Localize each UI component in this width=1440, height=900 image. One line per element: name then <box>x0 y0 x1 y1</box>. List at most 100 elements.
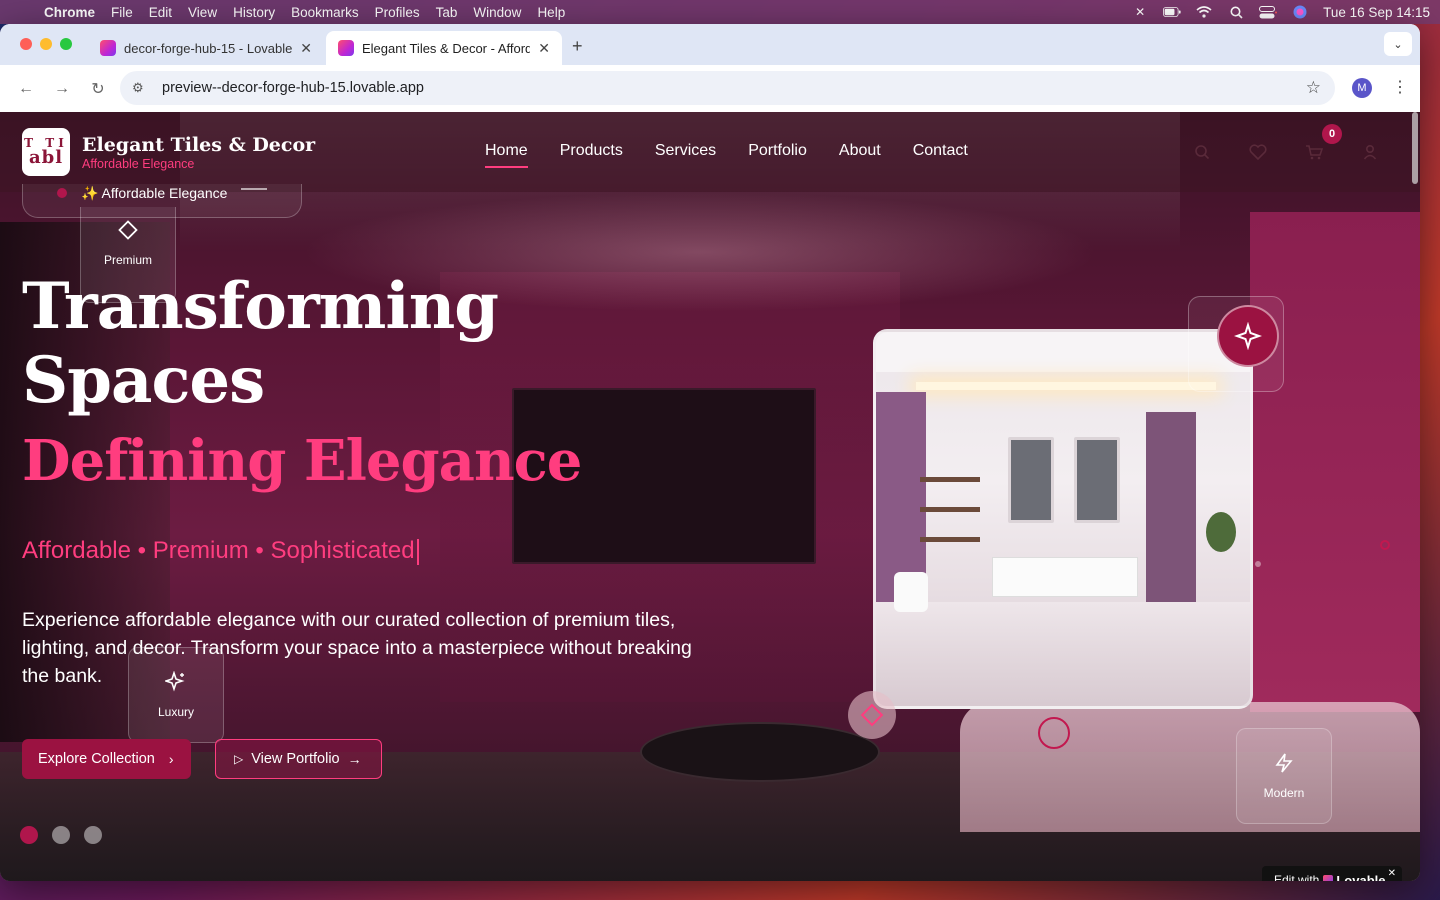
diamond-float-icon <box>848 691 896 739</box>
background-sofa <box>960 702 1420 832</box>
lightning-icon <box>1273 752 1295 780</box>
close-tab-icon[interactable]: ✕ <box>300 40 312 57</box>
search-icon[interactable] <box>1192 142 1212 162</box>
play-icon: ▷ <box>234 752 244 766</box>
diamond-icon <box>860 703 884 727</box>
decorative-dot <box>1255 561 1261 567</box>
close-window-button[interactable] <box>20 38 32 50</box>
tab-title: Elegant Tiles & Decor - Affordable Elega… <box>362 40 531 56</box>
award-badge-card <box>1188 296 1284 392</box>
diamond-icon <box>117 219 139 247</box>
wishlist-heart-icon[interactable] <box>1248 142 1268 162</box>
feature-card-label: Luxury <box>157 705 195 719</box>
wifi-icon[interactable] <box>1195 5 1213 19</box>
typing-caret <box>416 538 419 565</box>
nav-home[interactable]: Home <box>485 142 528 168</box>
lovable-logo-icon <box>1323 875 1334 881</box>
badge-dot <box>57 188 67 198</box>
sparkle-star-icon <box>1217 305 1279 367</box>
url-text[interactable]: preview--decor-forge-hub-15.lovable.app <box>162 80 424 96</box>
reload-icon[interactable]: ↻ <box>82 73 114 105</box>
feature-card-label: Premium <box>103 253 152 267</box>
showcase-shelf <box>920 507 980 512</box>
cart-icon[interactable] <box>1304 142 1324 162</box>
hero-subtitle: Affordable • Premium • Sophisticated <box>22 537 419 565</box>
nav-products[interactable]: Products <box>560 142 623 164</box>
menu-app-chrome[interactable]: Chrome <box>44 5 95 20</box>
brand-name[interactable]: Elegant Tiles & Decor <box>82 134 315 156</box>
close-tab-icon[interactable]: ✕ <box>538 40 550 57</box>
slide-dot-1[interactable] <box>20 826 38 844</box>
new-tab-plus-icon[interactable]: + <box>572 36 583 57</box>
nav-about[interactable]: About <box>839 142 881 164</box>
showcase-shelf <box>920 477 980 482</box>
forward-arrow-icon[interactable]: → <box>46 73 78 105</box>
hero-heading-accent: Defining Elegance <box>22 428 582 494</box>
menu-profiles[interactable]: Profiles <box>375 5 420 20</box>
edit-with-lovable-badge[interactable]: Edit with Lovable ✕ <box>1262 866 1402 881</box>
address-bar[interactable]: ⚙ preview--decor-forge-hub-15.lovable.ap… <box>120 71 1335 105</box>
spotlight-search-icon[interactable] <box>1227 5 1245 19</box>
slide-dot-2[interactable] <box>52 826 70 844</box>
hero-heading-line1: Transforming <box>22 269 499 344</box>
showcase-shelf <box>920 537 980 542</box>
showcase-toilet <box>894 572 928 612</box>
close-badge-icon[interactable]: ✕ <box>1388 868 1396 879</box>
page-scrollbar[interactable] <box>1412 112 1418 184</box>
slide-dot-3[interactable] <box>84 826 102 844</box>
background-coffee-table <box>640 722 880 782</box>
profile-avatar[interactable]: M <box>1352 78 1372 98</box>
brand-logo[interactable]: T TI abl <box>22 128 70 176</box>
chevron-right-icon: › <box>168 751 174 767</box>
tab-lovable-editor[interactable]: decor-forge-hub-15 - Lovable ✕ <box>88 31 324 65</box>
bookmark-star-icon[interactable]: ☆ <box>1306 78 1321 98</box>
control-center-icon[interactable] <box>1259 5 1278 19</box>
menu-view[interactable]: View <box>188 5 217 20</box>
site-info-icon[interactable]: ⚙ <box>132 80 150 96</box>
showcase-vanity <box>992 557 1138 597</box>
menu-file[interactable]: File <box>111 5 133 20</box>
view-portfolio-button[interactable]: ▷ View Portfolio → <box>215 739 382 779</box>
decorative-ring <box>1038 717 1070 749</box>
macos-menubar: Chrome File Edit View History Bookmarks … <box>0 0 1440 24</box>
network-extension-icon[interactable]: ✕ <box>1131 5 1149 19</box>
slide-indicators <box>20 826 102 844</box>
zoom-window-button[interactable] <box>60 38 72 50</box>
browser-toolbar: ← → ↻ ⚙ preview--decor-forge-hub-15.lova… <box>0 65 1420 112</box>
hero-heading-line2: Spaces <box>22 343 265 418</box>
nav-portfolio[interactable]: Portfolio <box>748 142 807 164</box>
chrome-menu-icon[interactable]: ⋮ <box>1392 77 1408 97</box>
showcase-marble-floor <box>876 602 1250 706</box>
menubar-clock[interactable]: Tue 16 Sep 14:15 <box>1323 5 1430 20</box>
battery-icon[interactable] <box>1163 5 1181 19</box>
view-portfolio-label: View Portfolio <box>251 751 340 767</box>
menu-edit[interactable]: Edit <box>149 5 172 20</box>
decorative-dot <box>1380 540 1390 550</box>
feature-card-modern: Modern <box>1236 728 1332 824</box>
arrow-right-icon: → <box>347 751 362 767</box>
showcase-plant <box>1206 512 1236 552</box>
nav-services[interactable]: Services <box>655 142 716 164</box>
tab-search-chevron-icon[interactable]: ⌄ <box>1384 32 1412 56</box>
lovable-badge-prefix: Edit with <box>1274 873 1320 881</box>
nav-contact[interactable]: Contact <box>913 142 968 164</box>
brand-tagline: Affordable Elegance <box>82 157 195 171</box>
menu-window[interactable]: Window <box>473 5 521 20</box>
hero-subtitle-text: Affordable • Premium • Sophisticated <box>22 537 415 564</box>
siri-icon[interactable] <box>1291 5 1309 19</box>
badge-line <box>241 188 267 190</box>
menu-history[interactable]: History <box>233 5 275 20</box>
user-account-icon[interactable] <box>1360 142 1380 162</box>
menu-tab[interactable]: Tab <box>436 5 458 20</box>
hero-description: Experience affordable elegance with our … <box>22 609 692 687</box>
explore-collection-label: Explore Collection <box>38 751 155 767</box>
menu-bookmarks[interactable]: Bookmarks <box>291 5 359 20</box>
explore-collection-button[interactable]: Explore Collection › <box>22 739 191 779</box>
hero-heading: Transforming Spaces <box>22 270 542 418</box>
minimize-window-button[interactable] <box>40 38 52 50</box>
tab-elegant-tiles[interactable]: Elegant Tiles & Decor - Affordable Elega… <box>326 31 562 65</box>
menu-help[interactable]: Help <box>537 5 565 20</box>
feature-card-label: Modern <box>1263 786 1305 800</box>
back-arrow-icon[interactable]: ← <box>10 73 42 105</box>
lovable-badge-brand: Lovable <box>1336 872 1386 882</box>
